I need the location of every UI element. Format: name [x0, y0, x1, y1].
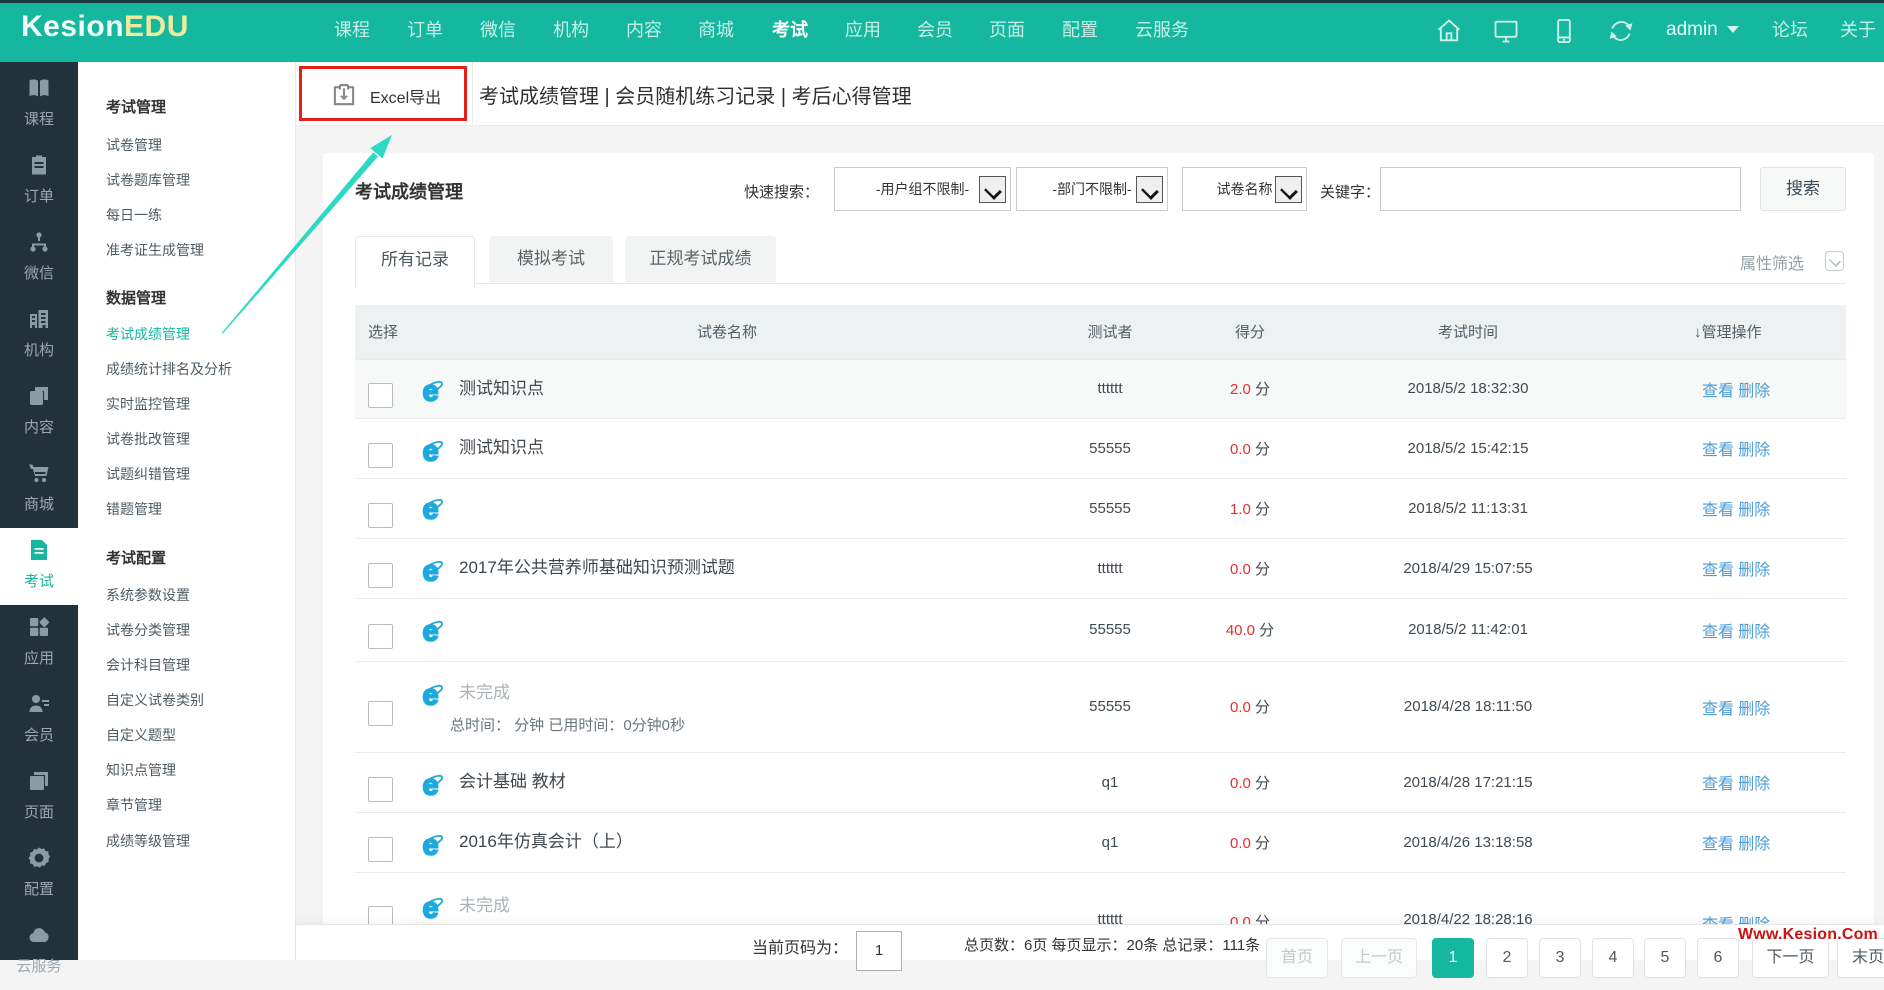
svg-text:e: e [423, 894, 439, 920]
svg-text:e: e [423, 831, 439, 857]
svg-text:e: e [423, 437, 439, 463]
svg-text:e: e [423, 557, 439, 583]
svg-text:e: e [423, 495, 439, 521]
svg-text:e: e [423, 377, 439, 403]
svg-text:e: e [423, 771, 439, 797]
svg-text:e: e [423, 681, 439, 707]
svg-text:e: e [423, 617, 439, 643]
